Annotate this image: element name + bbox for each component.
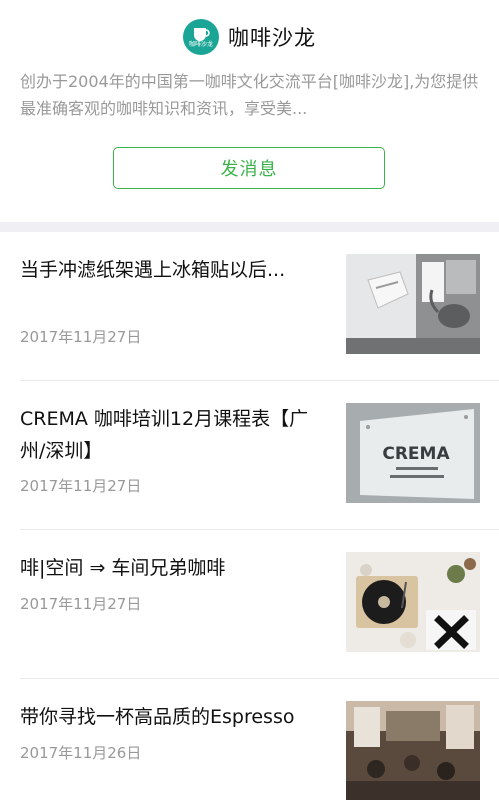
article-item[interactable]: 啡|空间 ⇒ 车间兄弟咖啡 2017年11月27日 [20,530,499,679]
account-profile-page: 咖啡沙龙 咖啡沙龙 创办于2004年的中国第一咖啡文化交流平台[咖啡沙龙],为您… [0,0,499,800]
crema-sign-photo-icon: CREMA [346,403,480,503]
title-row: 咖啡沙龙 咖啡沙龙 [0,19,499,55]
article-item[interactable]: 当手冲滤纸架遇上冰箱贴以后... 2017年11月27日 [20,232,499,381]
article-date: 2017年11月26日 [20,744,142,762]
article-item[interactable]: CREMA 咖啡培训12月课程表【广州/深圳】 2017年11月27日 CREM… [20,381,499,530]
profile-header: 咖啡沙龙 咖啡沙龙 创办于2004年的中国第一咖啡文化交流平台[咖啡沙龙],为您… [0,0,499,222]
account-logo-icon[interactable]: 咖啡沙龙 [183,19,219,55]
article-thumbnail[interactable] [346,552,480,652]
article-title[interactable]: 带你寻找一杯高品质的Espresso [20,701,330,733]
article-title[interactable]: 当手冲滤纸架遇上冰箱贴以后... [20,254,330,286]
article-list: 当手冲滤纸架遇上冰箱贴以后... 2017年11月27日 CREMA 咖啡培训1… [0,232,499,800]
article-title[interactable]: 啡|空间 ⇒ 车间兄弟咖啡 [20,552,330,584]
article-thumbnail[interactable] [346,254,480,354]
article-date: 2017年11月27日 [20,328,142,346]
article-item[interactable]: 带你寻找一杯高品质的Espresso 2017年11月26日 [20,679,499,800]
article-date: 2017年11月27日 [20,595,142,613]
account-description: 创办于2004年的中国第一咖啡文化交流平台[咖啡沙龙],为您提供最准确客观的咖啡… [20,72,479,118]
kettle-photo-icon [346,254,480,354]
section-divider [0,222,499,232]
crema-sign-text: CREMA [382,444,450,464]
send-message-button[interactable]: 发消息 [113,147,385,189]
article-thumbnail[interactable] [346,701,480,800]
article-date: 2017年11月27日 [20,477,142,495]
article-thumbnail[interactable]: CREMA [346,403,480,503]
account-name: 咖啡沙龙 [228,26,316,50]
cafe-interior-photo-icon [346,701,480,800]
record-player-photo-icon [346,552,480,652]
logo-text: 咖啡沙龙 [189,40,213,48]
article-title[interactable]: CREMA 咖啡培训12月课程表【广州/深圳】 [20,403,330,467]
